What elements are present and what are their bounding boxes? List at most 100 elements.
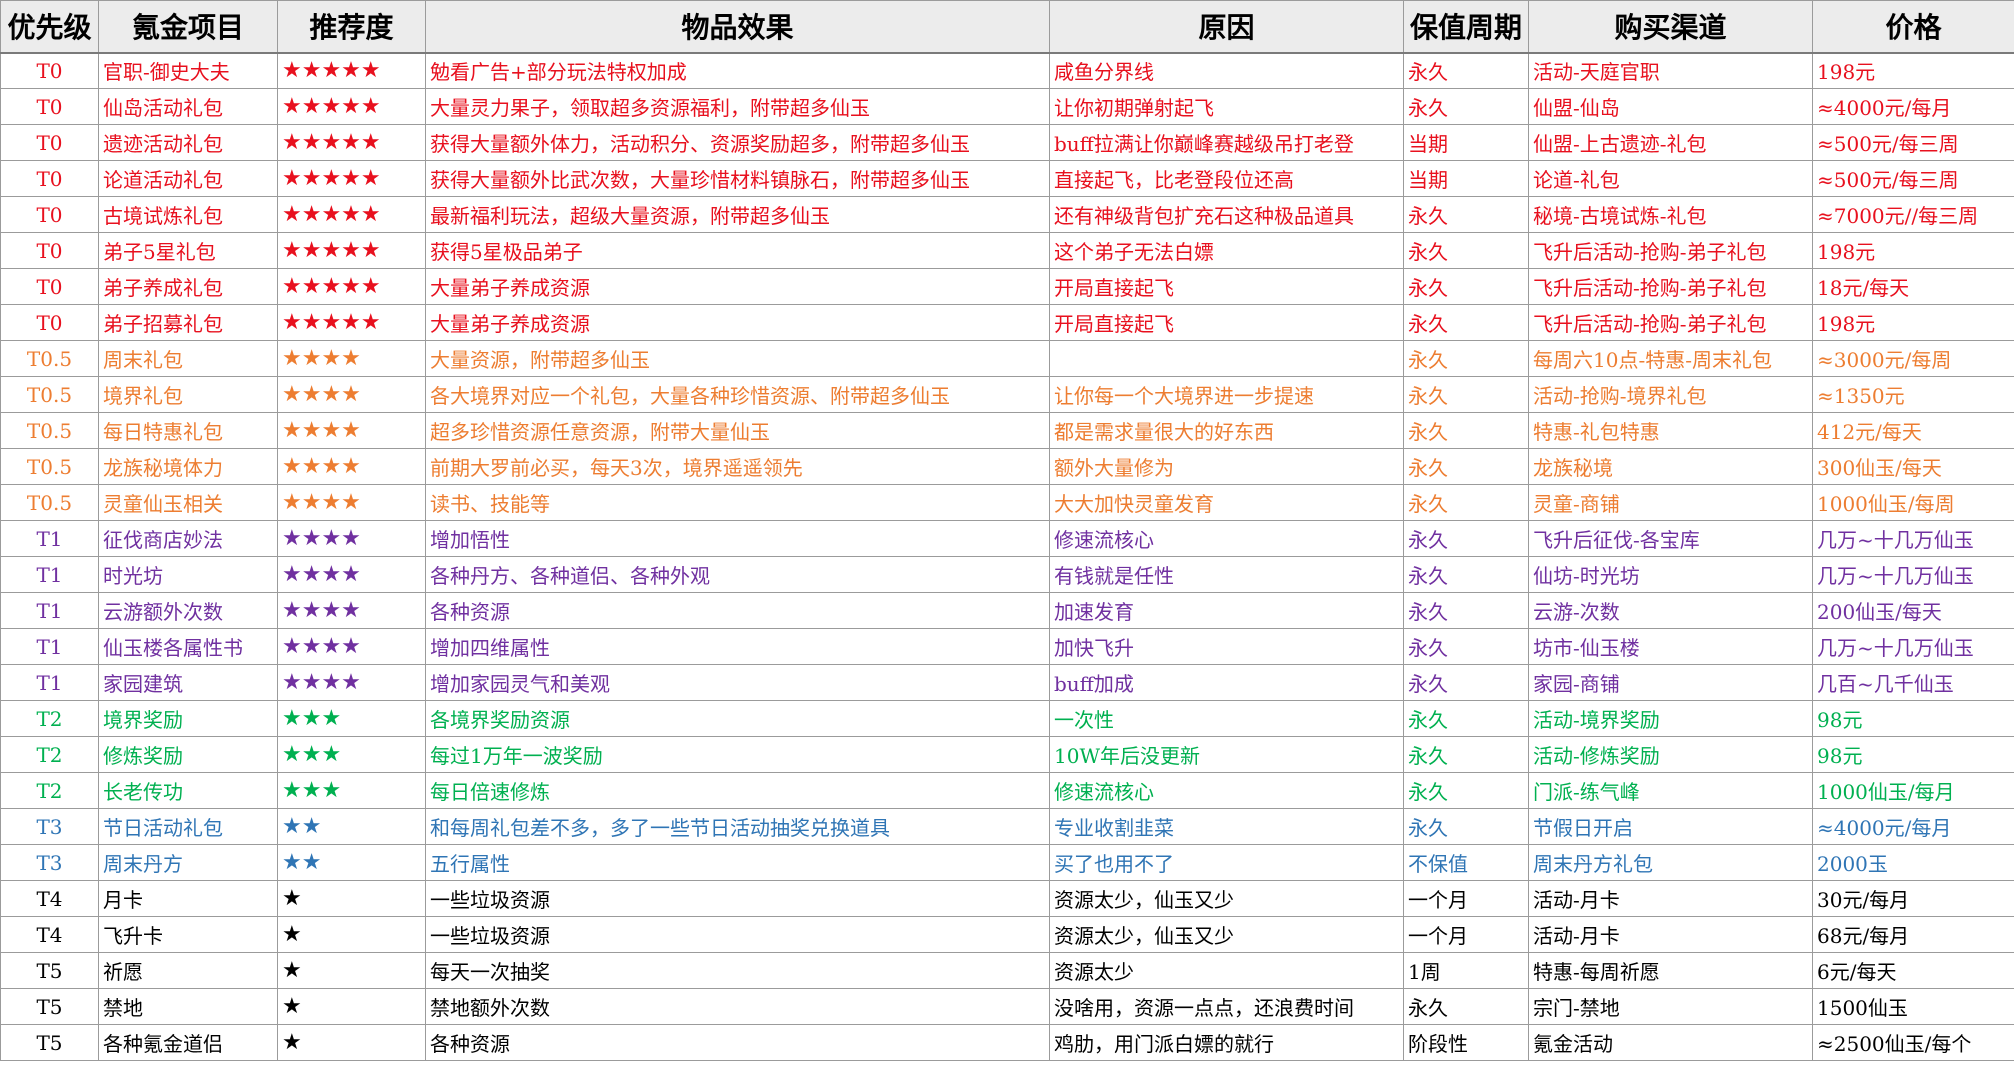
- price-cell[interactable]: 18元/每天: [1812, 268, 2014, 305]
- recommendation-stars[interactable]: ★: [277, 952, 426, 989]
- recommendation-stars[interactable]: ★★★★: [277, 592, 426, 629]
- item-cell[interactable]: 官职-御史大夫: [98, 52, 278, 89]
- effect-cell[interactable]: 禁地额外次数: [425, 988, 1050, 1025]
- item-cell[interactable]: 仙玉楼各属性书: [98, 628, 278, 665]
- price-cell[interactable]: 几万~十几万仙玉: [1812, 628, 2014, 665]
- priority-cell[interactable]: T4: [0, 916, 99, 953]
- effect-cell[interactable]: 获得大量额外比武次数，大量珍惜材料镇脉石，附带超多仙玉: [425, 160, 1050, 197]
- item-cell[interactable]: 境界奖励: [98, 700, 278, 737]
- reason-cell[interactable]: 没啥用，资源一点点，还浪费时间: [1049, 988, 1404, 1025]
- effect-cell[interactable]: 和每周礼包差不多，多了一些节日活动抽奖兑换道具: [425, 808, 1050, 845]
- recommendation-stars[interactable]: ★★★★: [277, 556, 426, 593]
- period-cell[interactable]: 永久: [1403, 304, 1529, 341]
- price-cell[interactable]: 412元/每天: [1812, 412, 2014, 449]
- effect-cell[interactable]: 最新福利玩法，超级大量资源，附带超多仙玉: [425, 196, 1050, 233]
- price-cell[interactable]: 198元: [1812, 232, 2014, 269]
- period-cell[interactable]: 永久: [1403, 412, 1529, 449]
- channel-cell[interactable]: 氪金活动: [1528, 1024, 1813, 1061]
- period-cell[interactable]: 永久: [1403, 268, 1529, 305]
- reason-cell[interactable]: 买了也用不了: [1049, 844, 1404, 881]
- effect-cell[interactable]: 勉看广告+部分玩法特权加成: [425, 52, 1050, 89]
- period-cell[interactable]: 永久: [1403, 772, 1529, 809]
- reason-cell[interactable]: 额外大量修为: [1049, 448, 1404, 485]
- reason-cell[interactable]: 资源太少，仙玉又少: [1049, 880, 1404, 917]
- reason-cell[interactable]: 还有神级背包扩充石这种极品道具: [1049, 196, 1404, 233]
- period-cell[interactable]: 永久: [1403, 484, 1529, 521]
- channel-cell[interactable]: 秘境-古境试炼-礼包: [1528, 196, 1813, 233]
- period-cell[interactable]: 阶段性: [1403, 1024, 1529, 1061]
- reason-cell[interactable]: buff拉满让你巅峰赛越级吊打老登: [1049, 124, 1404, 161]
- recommendation-stars[interactable]: ★★★★: [277, 448, 426, 485]
- effect-cell[interactable]: 增加悟性: [425, 520, 1050, 557]
- period-cell[interactable]: 永久: [1403, 340, 1529, 377]
- item-cell[interactable]: 境界礼包: [98, 376, 278, 413]
- period-cell[interactable]: 1周: [1403, 952, 1529, 989]
- recommendation-stars[interactable]: ★: [277, 880, 426, 917]
- reason-cell[interactable]: 一次性: [1049, 700, 1404, 737]
- recommendation-stars[interactable]: ★★★★: [277, 664, 426, 701]
- price-cell[interactable]: ≈1350元: [1812, 376, 2014, 413]
- price-cell[interactable]: 98元: [1812, 736, 2014, 773]
- channel-cell[interactable]: 活动-境界奖励: [1528, 700, 1813, 737]
- price-cell[interactable]: 198元: [1812, 52, 2014, 89]
- period-cell[interactable]: 永久: [1403, 376, 1529, 413]
- price-cell[interactable]: 300仙玉/每天: [1812, 448, 2014, 485]
- recommendation-stars[interactable]: ★★: [277, 844, 426, 881]
- recommendation-stars[interactable]: ★★★★★: [277, 304, 426, 341]
- recommendation-stars[interactable]: ★★★★★: [277, 232, 426, 269]
- channel-cell[interactable]: 飞升后征伐-各宝库: [1528, 520, 1813, 557]
- item-cell[interactable]: 古境试炼礼包: [98, 196, 278, 233]
- recommendation-stars[interactable]: ★★★: [277, 700, 426, 737]
- reason-cell[interactable]: 专业收割韭菜: [1049, 808, 1404, 845]
- channel-cell[interactable]: 活动-抢购-境界礼包: [1528, 376, 1813, 413]
- price-cell[interactable]: ≈7000元//每三周: [1812, 196, 2014, 233]
- priority-cell[interactable]: T4: [0, 880, 99, 917]
- reason-cell[interactable]: 直接起飞，比老登段位还高: [1049, 160, 1404, 197]
- price-cell[interactable]: 6元/每天: [1812, 952, 2014, 989]
- reason-cell[interactable]: 有钱就是任性: [1049, 556, 1404, 593]
- period-cell[interactable]: 永久: [1403, 520, 1529, 557]
- effect-cell[interactable]: 一些垃圾资源: [425, 916, 1050, 953]
- reason-cell[interactable]: 开局直接起飞: [1049, 268, 1404, 305]
- header-reason[interactable]: 原因: [1049, 0, 1404, 54]
- recommendation-stars[interactable]: ★★★★★: [277, 52, 426, 89]
- priority-cell[interactable]: T2: [0, 736, 99, 773]
- reason-cell[interactable]: 咸鱼分界线: [1049, 52, 1404, 89]
- price-cell[interactable]: ≈2500仙玉/每个: [1812, 1024, 2014, 1061]
- item-cell[interactable]: 灵童仙玉相关: [98, 484, 278, 521]
- recommendation-stars[interactable]: ★★★★: [277, 628, 426, 665]
- priority-cell[interactable]: T5: [0, 952, 99, 989]
- channel-cell[interactable]: 节假日开启: [1528, 808, 1813, 845]
- channel-cell[interactable]: 仙坊-时光坊: [1528, 556, 1813, 593]
- recommendation-stars[interactable]: ★★★★★: [277, 196, 426, 233]
- priority-cell[interactable]: T0.5: [0, 484, 99, 521]
- price-cell[interactable]: 68元/每月: [1812, 916, 2014, 953]
- effect-cell[interactable]: 各境界奖励资源: [425, 700, 1050, 737]
- header-effect[interactable]: 物品效果: [425, 0, 1050, 54]
- effect-cell[interactable]: 大量灵力果子，领取超多资源福利，附带超多仙玉: [425, 88, 1050, 125]
- recommendation-stars[interactable]: ★: [277, 988, 426, 1025]
- priority-cell[interactable]: T0: [0, 52, 99, 89]
- price-cell[interactable]: 1000仙玉/每月: [1812, 772, 2014, 809]
- recommendation-stars[interactable]: ★★★★★: [277, 88, 426, 125]
- channel-cell[interactable]: 每周六10点-特惠-周末礼包: [1528, 340, 1813, 377]
- item-cell[interactable]: 节日活动礼包: [98, 808, 278, 845]
- effect-cell[interactable]: 大量资源，附带超多仙玉: [425, 340, 1050, 377]
- period-cell[interactable]: 永久: [1403, 628, 1529, 665]
- header-recommendation[interactable]: 推荐度: [277, 0, 426, 54]
- item-cell[interactable]: 长老传功: [98, 772, 278, 809]
- channel-cell[interactable]: 家园-商铺: [1528, 664, 1813, 701]
- item-cell[interactable]: 各种氪金道侣: [98, 1024, 278, 1061]
- price-cell[interactable]: 200仙玉/每天: [1812, 592, 2014, 629]
- priority-cell[interactable]: T1: [0, 592, 99, 629]
- effect-cell[interactable]: 增加四维属性: [425, 628, 1050, 665]
- item-cell[interactable]: 遗迹活动礼包: [98, 124, 278, 161]
- period-cell[interactable]: 永久: [1403, 556, 1529, 593]
- period-cell[interactable]: 当期: [1403, 124, 1529, 161]
- effect-cell[interactable]: 各种资源: [425, 1024, 1050, 1061]
- recommendation-stars[interactable]: ★★★★: [277, 376, 426, 413]
- priority-cell[interactable]: T0.5: [0, 412, 99, 449]
- header-item[interactable]: 氪金项目: [98, 0, 278, 54]
- item-cell[interactable]: 每日特惠礼包: [98, 412, 278, 449]
- period-cell[interactable]: 永久: [1403, 232, 1529, 269]
